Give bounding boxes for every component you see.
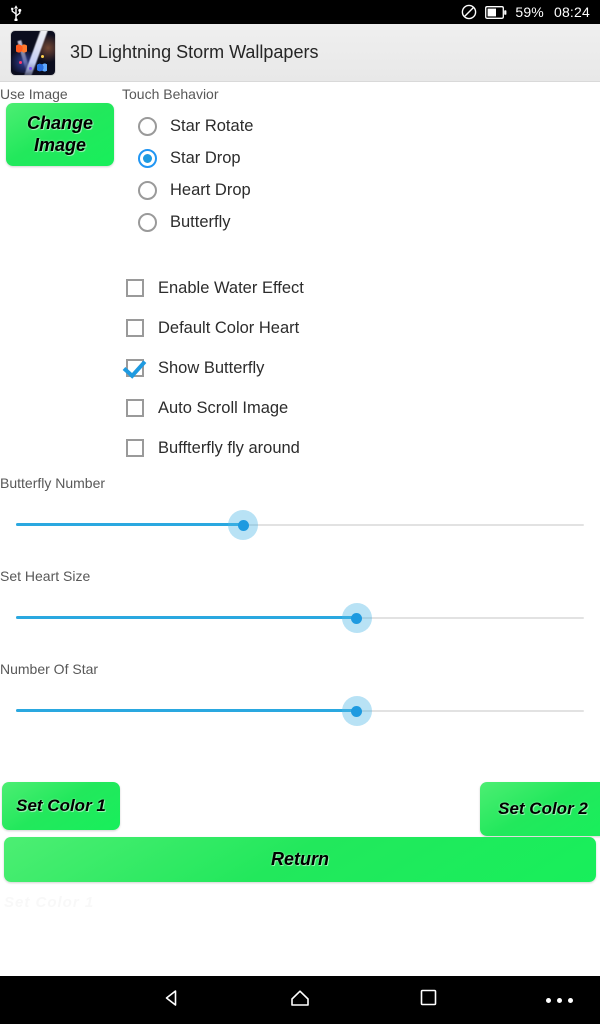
radio-label: Heart Drop bbox=[170, 180, 251, 199]
checkbox-icon[interactable] bbox=[126, 439, 144, 457]
phone-screen: 59% 08:24 3D Lightning Storm Wallpapers … bbox=[0, 0, 600, 1024]
slider-thumb[interactable] bbox=[341, 603, 372, 633]
slider-thumb[interactable] bbox=[228, 510, 259, 540]
change-image-line1: Change bbox=[26, 113, 93, 134]
home-icon bbox=[289, 988, 311, 1013]
slider-fill bbox=[16, 523, 244, 526]
change-image-line2: Image bbox=[33, 134, 87, 155]
checkbox-butterfly-fly-around[interactable]: Buffterfly fly around bbox=[126, 428, 486, 468]
checkbox-label: Default Color Heart bbox=[158, 318, 300, 337]
status-bar-right: 59% 08:24 bbox=[461, 4, 600, 20]
radio-option-butterfly[interactable]: Butterfly bbox=[138, 206, 438, 238]
slider-label: Set Heart Size bbox=[0, 568, 91, 584]
app-icon bbox=[10, 29, 56, 76]
checkbox-label: Enable Water Effect bbox=[158, 278, 304, 297]
battery-icon bbox=[485, 5, 507, 19]
slider-label: Number Of Star bbox=[0, 661, 99, 677]
checkbox-label: Auto Scroll Image bbox=[158, 398, 289, 417]
change-image-button[interactable]: Change Image bbox=[6, 103, 114, 166]
back-triangle-icon bbox=[162, 988, 182, 1013]
checkbox-icon[interactable] bbox=[126, 279, 144, 297]
nav-overflow-menu-button[interactable] bbox=[528, 976, 590, 1024]
touch-behavior-radio-group: Star Rotate Star Drop Heart Drop Butterf… bbox=[138, 110, 438, 238]
radio-label: Star Drop bbox=[170, 148, 241, 167]
overflow-menu-icon bbox=[545, 997, 573, 1003]
checkbox-default-color-heart[interactable]: Default Color Heart bbox=[126, 308, 486, 348]
slider-number-of-star[interactable] bbox=[16, 696, 584, 726]
recents-square-icon bbox=[419, 988, 438, 1012]
slider-butterfly-number[interactable] bbox=[16, 510, 584, 540]
radio-icon[interactable] bbox=[138, 116, 157, 136]
status-bar-left bbox=[0, 4, 23, 21]
touch-behavior-label: Touch Behavior bbox=[122, 86, 219, 102]
checkbox-label: Buffterfly fly around bbox=[158, 438, 300, 457]
nav-back-button[interactable] bbox=[128, 976, 216, 1024]
slider-thumb[interactable] bbox=[341, 696, 372, 726]
nav-home-button[interactable] bbox=[256, 976, 344, 1024]
radio-option-star-rotate[interactable]: Star Rotate bbox=[138, 110, 438, 142]
radio-option-star-drop[interactable]: Star Drop bbox=[138, 142, 438, 174]
radio-icon-selected[interactable] bbox=[138, 148, 157, 168]
radio-icon[interactable] bbox=[138, 212, 157, 232]
checkbox-icon-checked[interactable] bbox=[126, 359, 144, 377]
slider-fill bbox=[16, 616, 357, 619]
slider-fill bbox=[16, 709, 357, 712]
checkbox-icon[interactable] bbox=[126, 399, 144, 417]
set-color-1-button[interactable]: Set Color 1 bbox=[2, 782, 120, 830]
checkbox-label: Show Butterfly bbox=[158, 358, 265, 377]
set-color-2-button[interactable]: Set Color 2 bbox=[480, 782, 600, 836]
ghost-render-artifact: Set Color 1 bbox=[4, 894, 95, 911]
use-image-label: Use Image bbox=[0, 86, 68, 102]
app-header: 3D Lightning Storm Wallpapers bbox=[0, 24, 600, 82]
do-not-disturb-icon bbox=[461, 4, 477, 20]
return-button[interactable]: Return bbox=[4, 837, 596, 882]
clock-label: 08:24 bbox=[553, 4, 590, 20]
slider-set-heart-size[interactable] bbox=[16, 603, 584, 633]
radio-label: Butterfly bbox=[170, 212, 231, 231]
checkbox-show-butterfly[interactable]: Show Butterfly bbox=[126, 348, 486, 388]
options-checkbox-group: Enable Water Effect Default Color Heart … bbox=[126, 268, 486, 468]
settings-content: Use Image Change Image Touch Behavior St… bbox=[0, 82, 600, 976]
radio-icon[interactable] bbox=[138, 180, 157, 200]
checkbox-icon[interactable] bbox=[126, 319, 144, 337]
nav-recents-button[interactable] bbox=[384, 976, 472, 1024]
app-title: 3D Lightning Storm Wallpapers bbox=[70, 42, 319, 62]
usb-icon bbox=[9, 4, 23, 21]
status-bar: 59% 08:24 bbox=[0, 0, 600, 24]
navigation-bar bbox=[0, 976, 600, 1024]
radio-option-heart-drop[interactable]: Heart Drop bbox=[138, 174, 438, 206]
slider-label: Butterfly Number bbox=[0, 475, 106, 491]
battery-percent-label: 59% bbox=[515, 4, 544, 20]
checkbox-enable-water-effect[interactable]: Enable Water Effect bbox=[126, 268, 486, 308]
checkbox-auto-scroll-image[interactable]: Auto Scroll Image bbox=[126, 388, 486, 428]
radio-label: Star Rotate bbox=[170, 116, 254, 135]
